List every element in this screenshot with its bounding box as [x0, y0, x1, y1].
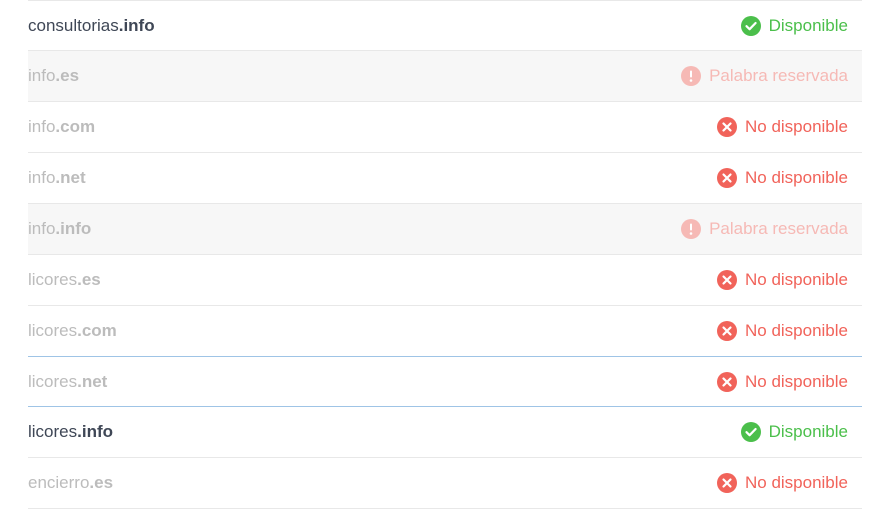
domain-name: info.net: [28, 168, 86, 188]
x-circle-icon: [717, 117, 737, 137]
domain-row[interactable]: licores.com No disponible: [28, 306, 862, 357]
domain-base: info: [28, 66, 55, 86]
x-circle-icon: [717, 372, 737, 392]
x-circle-icon: [717, 168, 737, 188]
status-label: No disponible: [745, 321, 848, 341]
domain-row[interactable]: info.com No disponible: [28, 102, 862, 153]
domain-name: licores.net: [28, 372, 107, 392]
domain-base: licores: [28, 422, 77, 442]
status-badge: No disponible: [717, 168, 848, 188]
domain-row[interactable]: consultorias.info Disponible: [28, 0, 862, 51]
domain-results-list: consultorias.infoDisponibleinfo.esPalabr…: [0, 0, 890, 509]
domain-name: info.es: [28, 66, 79, 86]
exclamation-circle-icon: [681, 66, 701, 86]
status-badge: No disponible: [717, 270, 848, 290]
status-label: No disponible: [745, 473, 848, 493]
domain-name: licores.info: [28, 422, 113, 442]
status-label: No disponible: [745, 270, 848, 290]
domain-name: licores.es: [28, 270, 101, 290]
domain-row[interactable]: info.net No disponible: [28, 153, 862, 204]
domain-tld: .net: [55, 168, 85, 188]
status-label: No disponible: [745, 168, 848, 188]
status-label: No disponible: [745, 117, 848, 137]
domain-tld: .es: [89, 473, 113, 493]
domain-base: licores: [28, 270, 77, 290]
domain-base: licores: [28, 372, 77, 392]
domain-row[interactable]: licores.info Disponible: [28, 407, 862, 458]
domain-name: encierro.es: [28, 473, 113, 493]
domain-base: info: [28, 117, 55, 137]
x-circle-icon: [717, 473, 737, 493]
domain-row[interactable]: licores.es No disponible: [28, 255, 862, 306]
status-label: Disponible: [769, 422, 848, 442]
status-badge: Palabra reservada: [681, 219, 848, 239]
domain-tld: .info: [77, 422, 113, 442]
status-badge: Palabra reservada: [681, 66, 848, 86]
check-circle-icon: [741, 16, 761, 36]
domain-row[interactable]: info.info Palabra reservada: [28, 204, 862, 255]
status-label: Disponible: [769, 16, 848, 36]
domain-tld: .info: [55, 219, 91, 239]
status-label: Palabra reservada: [709, 219, 848, 239]
check-circle-icon: [741, 422, 761, 442]
status-badge: No disponible: [717, 473, 848, 493]
domain-tld: .info: [119, 16, 155, 36]
domain-base: info: [28, 219, 55, 239]
domain-name: info.com: [28, 117, 95, 137]
status-label: Palabra reservada: [709, 66, 848, 86]
status-badge: No disponible: [717, 372, 848, 392]
status-badge: Disponible: [741, 16, 848, 36]
domain-tld: .es: [77, 270, 101, 290]
domain-base: encierro: [28, 473, 89, 493]
status-badge: Disponible: [741, 422, 848, 442]
domain-base: licores: [28, 321, 77, 341]
domain-base: info: [28, 168, 55, 188]
domain-tld: .es: [55, 66, 79, 86]
x-circle-icon: [717, 321, 737, 341]
domain-name: consultorias.info: [28, 16, 155, 36]
domain-tld: .net: [77, 372, 107, 392]
domain-tld: .com: [55, 117, 95, 137]
status-label: No disponible: [745, 372, 848, 392]
domain-base: consultorias: [28, 16, 119, 36]
domain-row[interactable]: info.es Palabra reservada: [28, 51, 862, 102]
exclamation-circle-icon: [681, 219, 701, 239]
x-circle-icon: [717, 270, 737, 290]
domain-tld: .com: [77, 321, 117, 341]
domain-name: info.info: [28, 219, 91, 239]
status-badge: No disponible: [717, 321, 848, 341]
status-badge: No disponible: [717, 117, 848, 137]
domain-name: licores.com: [28, 321, 117, 341]
domain-row[interactable]: encierro.es No disponible: [28, 458, 862, 509]
domain-row[interactable]: licores.net No disponible: [28, 356, 862, 407]
